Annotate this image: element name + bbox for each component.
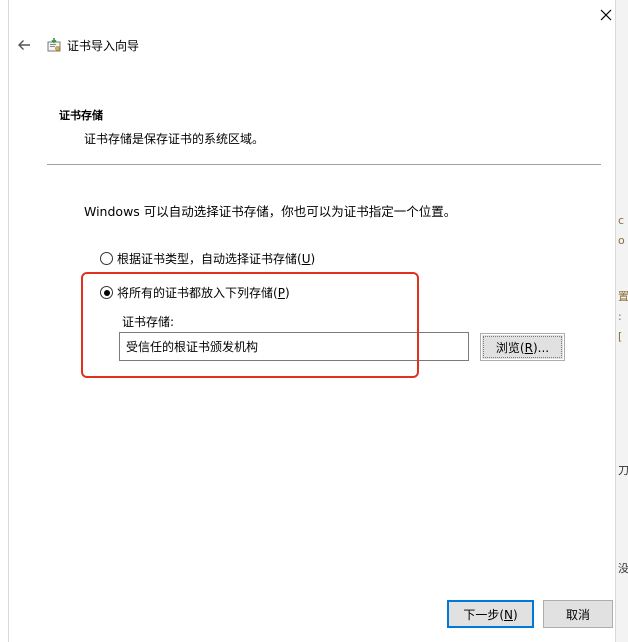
- browse-button[interactable]: 浏览(R)...: [480, 333, 565, 361]
- header-divider: [47, 164, 601, 165]
- browse-button-label: 浏览(R)...: [495, 340, 550, 355]
- next-button[interactable]: 下一步(N): [447, 600, 534, 628]
- background-fragment: 刀: [618, 464, 628, 477]
- certificate-import-wizard-dialog: 证书导入向导 证书存储 证书存储是保存证书的系统区域。 Windows 可以自动…: [8, 0, 616, 642]
- certificate-store-field[interactable]: 受信任的根证书颁发机构: [119, 332, 469, 361]
- background-fragment: 没: [618, 562, 628, 575]
- close-icon: [600, 9, 612, 21]
- background-fragment: :: [618, 310, 622, 323]
- section-title: 证书存储: [59, 109, 103, 122]
- radio-auto-select-store[interactable]: 根据证书类型，自动选择证书存储(U): [100, 250, 315, 267]
- certificate-import-icon: [47, 38, 61, 52]
- close-button[interactable]: [595, 4, 617, 26]
- background-fragment: 置: [618, 290, 628, 303]
- background-fragment: o: [618, 234, 625, 247]
- back-arrow-icon: [18, 40, 30, 50]
- certificate-store-label: 证书存储:: [122, 315, 175, 329]
- wizard-title: 证书导入向导: [67, 39, 140, 53]
- back-button[interactable]: [15, 36, 33, 54]
- radio-place-all-label: 将所有的证书都放入下列存储(P): [117, 286, 290, 300]
- next-button-label: 下一步(N): [463, 607, 518, 622]
- background-window-strip: c o 置 : [ 刀 没: [616, 0, 628, 642]
- cancel-button[interactable]: 取消: [543, 600, 613, 628]
- radio-auto-select-label: 根据证书类型，自动选择证书存储(U): [117, 252, 316, 266]
- info-text: Windows 可以自动选择证书存储，你也可以为证书指定一个位置。: [84, 204, 457, 219]
- radio-button-checked[interactable]: [100, 286, 113, 299]
- background-fragment: c: [618, 214, 625, 227]
- background-fragment: [: [618, 330, 623, 343]
- section-description: 证书存储是保存证书的系统区域。: [84, 132, 265, 146]
- radio-button-unchecked[interactable]: [100, 252, 113, 265]
- radio-place-all-in-store[interactable]: 将所有的证书都放入下列存储(P): [100, 284, 290, 301]
